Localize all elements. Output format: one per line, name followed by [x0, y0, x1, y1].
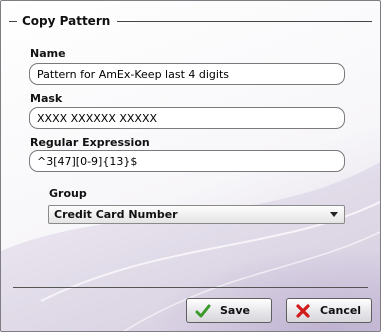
mask-label: Mask — [30, 92, 63, 105]
group-selected-value: Credit Card Number — [54, 208, 178, 221]
title-divider — [117, 20, 372, 22]
mask-field[interactable] — [29, 107, 345, 129]
cancel-button-label: Cancel — [320, 304, 362, 317]
footer-divider — [13, 287, 368, 288]
save-button-label: Save — [220, 304, 250, 317]
title-dash — [9, 20, 17, 22]
group-select[interactable]: Credit Card Number — [48, 205, 345, 224]
cancel-button[interactable]: Cancel — [286, 298, 372, 323]
dialog-title: Copy Pattern — [22, 14, 111, 28]
regex-label: Regular Expression — [30, 136, 150, 149]
regex-field[interactable] — [29, 150, 345, 172]
save-button[interactable]: Save — [186, 298, 272, 323]
group-label: Group — [49, 187, 87, 200]
copy-pattern-dialog: Copy Pattern Name Mask Regular Expressio… — [0, 0, 381, 332]
chevron-down-icon[interactable] — [330, 212, 338, 217]
name-field[interactable] — [29, 63, 345, 85]
title-row: Copy Pattern — [9, 11, 372, 31]
close-icon — [296, 303, 310, 318]
checkmark-icon — [195, 304, 211, 317]
name-label: Name — [30, 47, 66, 60]
